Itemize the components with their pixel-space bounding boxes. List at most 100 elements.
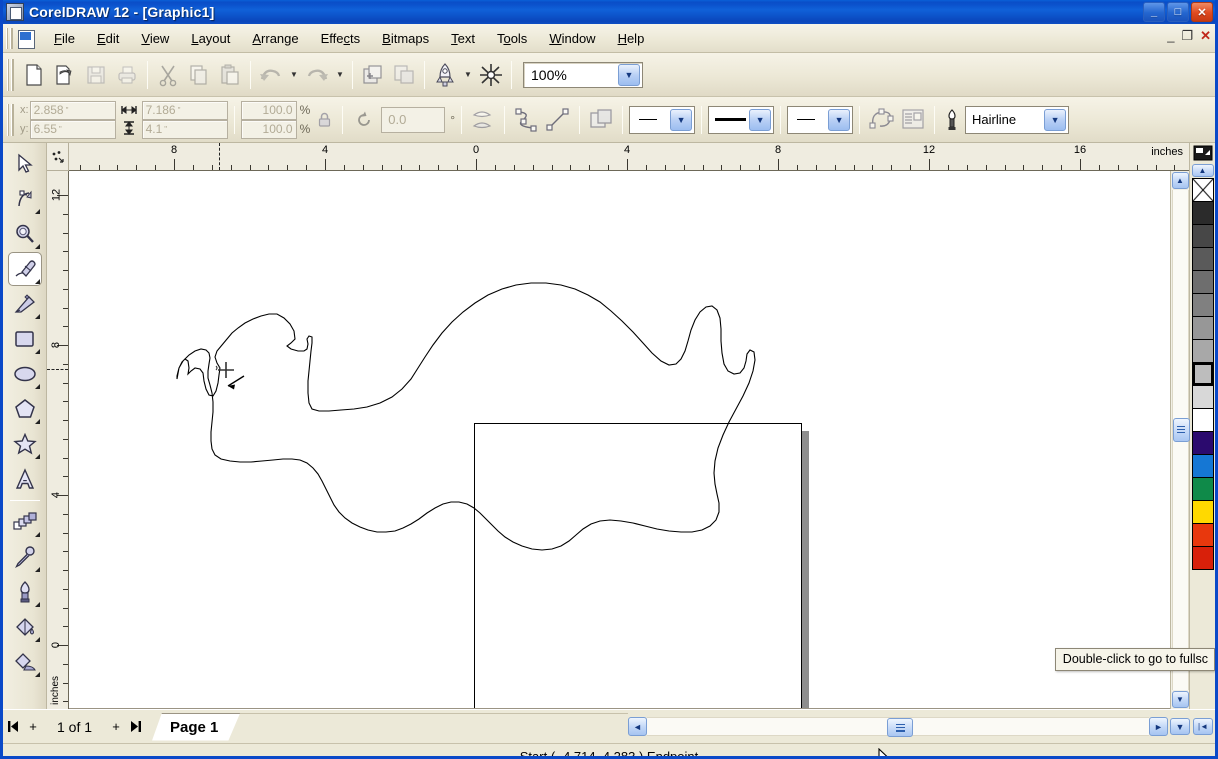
save-button[interactable] (81, 60, 111, 90)
palette-swatch-green[interactable] (1191, 477, 1214, 501)
toolbar-grip[interactable] (7, 58, 14, 91)
scroll-right-button[interactable]: ► (1149, 717, 1168, 736)
redo-button[interactable] (302, 60, 332, 90)
new-button[interactable] (19, 60, 49, 90)
palette-swatch-black-50[interactable] (1191, 293, 1214, 317)
palette-swatch-black-80[interactable] (1191, 224, 1214, 248)
page-tab-page-1[interactable]: Page 1 (152, 713, 240, 741)
menu-item-arrange[interactable]: Arrange (241, 27, 309, 50)
interactive-fill-tool[interactable] (8, 645, 42, 679)
outline-style-dropdown-3[interactable]: ▼ (787, 105, 854, 134)
object-height-field[interactable]: 4.1 " (141, 119, 228, 139)
text-wrap-icon[interactable] (898, 105, 928, 135)
import-button[interactable] (358, 60, 388, 90)
palette-swatch-black-20[interactable] (1191, 362, 1214, 386)
menu-item-text[interactable]: Text (440, 27, 486, 50)
corel-online-button[interactable] (476, 60, 506, 90)
eyedropper-tool[interactable] (8, 540, 42, 574)
last-page-icon[interactable] (126, 715, 146, 739)
ruler-origin-button[interactable] (47, 143, 69, 171)
color-palette[interactable]: ▲ (1189, 143, 1215, 709)
polygon-tool[interactable] (8, 392, 42, 426)
rotation-angle-field[interactable]: 0.0 (381, 106, 446, 133)
vertical-scroll-track[interactable] (1171, 190, 1190, 690)
freehand-tool[interactable] (7, 252, 42, 286)
outline-width-combobox[interactable]: Hairline ▼ (965, 105, 1070, 134)
menu-item-effects[interactable]: Effects (310, 27, 372, 50)
lock-icon[interactable] (316, 111, 332, 129)
y-position-field[interactable]: 6.55 " (29, 119, 116, 139)
scroll-down-button[interactable]: ▼ (1171, 691, 1189, 708)
horizontal-scroll-thumb[interactable] (887, 718, 913, 737)
close-button[interactable]: ✕ (1191, 2, 1213, 22)
palette-scroll-up-button[interactable]: ▲ (1191, 164, 1214, 177)
fill-tool[interactable] (8, 610, 42, 644)
outline-tool[interactable] (8, 575, 42, 609)
horizontal-ruler[interactable]: inches 8 4 0 4 8 12 16 (69, 143, 1189, 171)
vertical-scroll-thumb[interactable] (1172, 418, 1190, 442)
chevron-down-icon[interactable]: ▼ (749, 108, 772, 131)
print-button[interactable] (112, 60, 142, 90)
palette-swatch-black-90[interactable] (1191, 201, 1214, 225)
chevron-down-icon[interactable]: ▼ (618, 63, 640, 86)
flyout-arrow[interactable] (34, 314, 40, 319)
ellipse-tool[interactable] (8, 357, 42, 391)
menu-item-tools[interactable]: Tools (486, 27, 538, 50)
menu-item-layout[interactable]: Layout (180, 27, 241, 50)
palette-swatch-red[interactable] (1191, 546, 1214, 570)
palette-swatch-dark-purple[interactable] (1191, 431, 1214, 455)
app-launcher-button[interactable] (430, 60, 460, 90)
flyout-arrow[interactable] (34, 454, 40, 459)
add-page-after-button[interactable]: + (106, 715, 126, 739)
minimize-button[interactable]: _ (1143, 2, 1165, 22)
freehand-drawing[interactable] (69, 171, 1170, 709)
pick-tool[interactable] (8, 147, 42, 181)
palette-swatch-blue[interactable] (1191, 454, 1214, 478)
smart-drawing-tool[interactable] (8, 287, 42, 321)
first-page-icon[interactable] (3, 715, 23, 739)
menubar-grip[interactable] (6, 27, 13, 49)
maximize-button[interactable]: □ (1167, 2, 1189, 22)
x-position-field[interactable]: 2.858 " (29, 100, 116, 120)
undo-dropdown-arrow[interactable]: ▼ (287, 60, 301, 90)
flyout-arrow[interactable] (34, 672, 40, 677)
zoom-level-combobox[interactable]: 100% ▼ (523, 61, 643, 88)
chevron-down-icon[interactable]: ▼ (1044, 108, 1067, 131)
undo-button[interactable] (256, 60, 286, 90)
document-icon[interactable] (15, 28, 37, 49)
flyout-arrow[interactable] (34, 279, 40, 284)
flyout-arrow[interactable] (34, 419, 40, 424)
chevron-down-icon[interactable]: ▼ (670, 108, 693, 131)
zoom-tool[interactable] (8, 217, 42, 251)
interactive-blend-tool[interactable] (8, 505, 42, 539)
flyout-arrow[interactable] (34, 209, 40, 214)
flyout-arrow[interactable] (34, 244, 40, 249)
menu-item-help[interactable]: Help (607, 27, 656, 50)
scale-vertical-field[interactable]: 100.0 (240, 119, 297, 139)
auto-close-curve-icon[interactable] (866, 105, 896, 135)
shape-tool[interactable] (8, 182, 42, 216)
scale-horizontal-field[interactable]: 100.0 (240, 100, 297, 120)
menu-item-edit[interactable]: Edit (86, 27, 130, 50)
flyout-arrow[interactable] (34, 567, 40, 572)
drawing-canvas[interactable] (69, 171, 1170, 709)
scroll-up-button[interactable]: ▲ (1171, 172, 1189, 189)
doc-close-button[interactable]: ✕ (1200, 28, 1211, 44)
palette-swatch-black-10[interactable] (1191, 385, 1214, 409)
flyout-arrow[interactable] (34, 384, 40, 389)
palette-swatch-black-40[interactable] (1191, 316, 1214, 340)
palette-swatch-black-30[interactable] (1191, 339, 1214, 363)
palette-swatches[interactable] (1191, 178, 1214, 570)
text-tool[interactable] (8, 462, 42, 496)
flyout-arrow[interactable] (34, 602, 40, 607)
palette-swatch-black-60[interactable] (1191, 270, 1214, 294)
menu-item-view[interactable]: View (130, 27, 180, 50)
palette-swatch-black-70[interactable] (1191, 247, 1214, 271)
palette-swatch-white[interactable] (1191, 408, 1214, 432)
doc-restore-button[interactable]: ❐ (1181, 28, 1193, 44)
convert-to-line-icon[interactable] (543, 105, 573, 135)
copy-button[interactable] (184, 60, 214, 90)
propertybar-grip[interactable] (7, 103, 14, 136)
palette-scroll-down-button[interactable]: ▼ (1170, 718, 1190, 735)
outline-style-dropdown-1[interactable]: ▼ (629, 105, 696, 134)
